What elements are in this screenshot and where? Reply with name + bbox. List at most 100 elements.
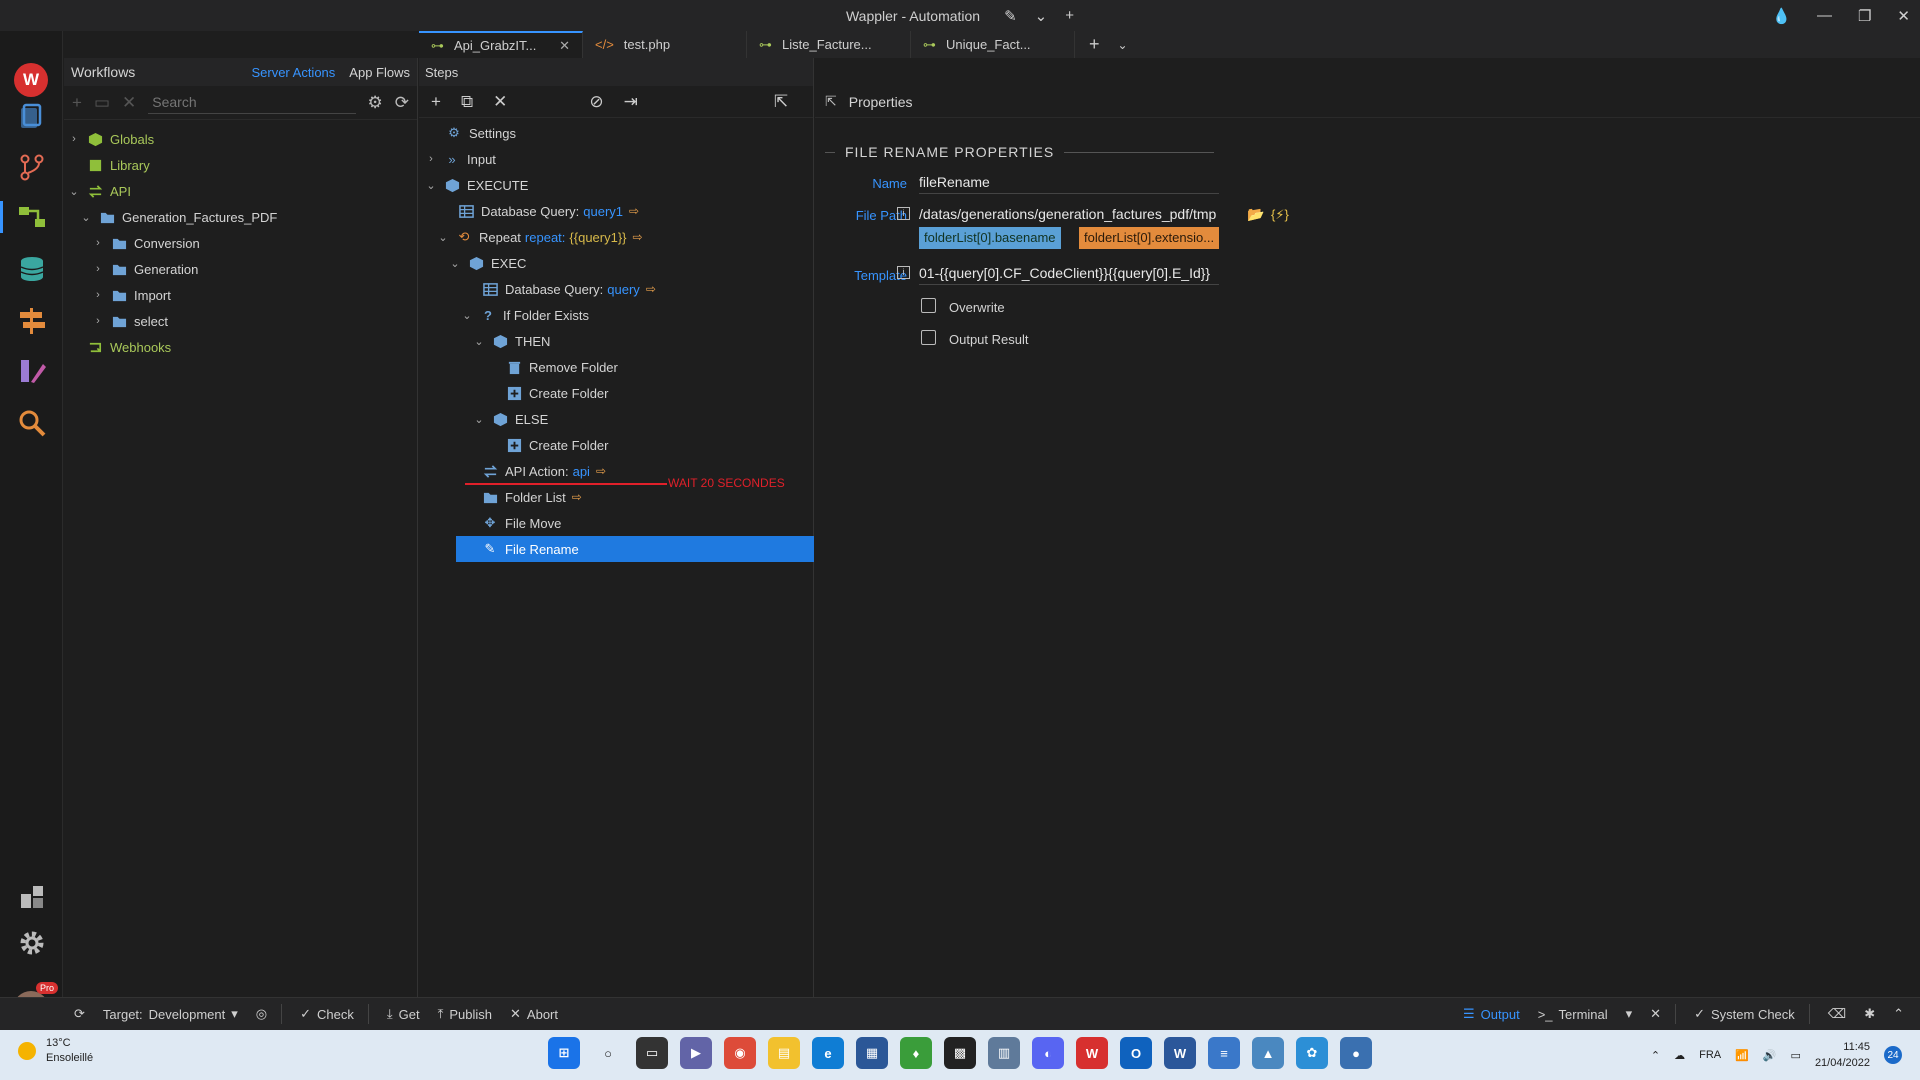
tree-item-conversion[interactable]: › Conversion [64,230,417,256]
overwrite-checkbox[interactable] [921,298,936,313]
delete-icon[interactable]: ✕ [493,92,507,112]
refresh-icon[interactable]: ⟳ [74,1006,85,1022]
info-icon[interactable]: i [897,266,910,279]
folder-icon[interactable]: ▭ [94,93,110,113]
file-explorer-icon[interactable]: ▤ [768,1037,800,1069]
paint-icon[interactable]: ✿ [1296,1037,1328,1069]
chevron-up-icon[interactable]: ⌃ [1651,1049,1660,1062]
system-check-button[interactable]: ✓ System Check [1694,1006,1795,1022]
chevron-down-icon[interactable]: ⌄ [473,413,485,426]
folder-picker-icon[interactable]: 📂 [1247,206,1264,223]
store-icon[interactable]: ▦ [856,1037,888,1069]
step-else[interactable]: ⌄ ELSE [419,406,813,432]
close-icon[interactable]: ✕ [1650,1006,1661,1022]
disable-icon[interactable]: ⊘ [589,92,603,112]
restore-button[interactable]: ❐ [1858,7,1871,25]
output-button[interactable]: ☰ Output [1463,1006,1520,1022]
server-actions-link[interactable]: Server Actions [251,65,335,80]
notepad-icon[interactable]: ≡ [1208,1037,1240,1069]
caret-icon[interactable]: ▾ [1626,1006,1633,1022]
export-icon[interactable]: ⇥ [624,92,638,112]
step-exec[interactable]: ⌄ EXEC [419,250,813,276]
clock[interactable]: 11:45 21/04/2022 [1815,1039,1870,1071]
chevron-down-icon[interactable]: ⌄ [1035,7,1048,25]
drop-icon[interactable]: 💧 [1772,7,1791,25]
chevron-down-icon[interactable]: ⌄ [449,257,461,270]
chevron-right-icon[interactable]: › [92,289,104,301]
chevron-right-icon[interactable]: › [92,263,104,275]
tree-item-globals[interactable]: › Globals [64,126,417,152]
chevron-down-icon[interactable]: ⌄ [68,185,80,198]
extensions-icon[interactable] [12,877,52,917]
styles-icon[interactable] [12,351,52,391]
close-button[interactable]: ✕ [1897,7,1910,25]
chip-extension[interactable]: folderList[0].extensio... [1079,227,1220,249]
step-execute[interactable]: ⌄ EXECUTE [419,172,813,198]
tab-unique-fact[interactable]: ⊶ Unique_Fact... [911,31,1075,58]
volume-icon[interactable]: 🔊 [1763,1049,1777,1062]
search-input[interactable] [148,91,356,114]
battery-icon[interactable]: ▭ [1791,1049,1801,1062]
get-button[interactable]: ⤓ Get [387,1006,420,1022]
chevron-down-icon[interactable]: ⌄ [437,231,449,244]
tree-item-library[interactable]: Library [64,152,417,178]
publish-button[interactable]: ⤒ Publish [438,1006,492,1022]
chevron-right-icon[interactable]: › [92,237,104,249]
minimize-button[interactable]: — [1817,7,1832,24]
cloud-icon[interactable]: ☁ [1674,1049,1685,1062]
delete-icon[interactable]: ✕ [122,93,136,113]
terminal-button[interactable]: >_ Terminal [1538,1007,1608,1022]
abort-button[interactable]: ✕ Abort [510,1006,558,1022]
info-icon[interactable]: i [897,207,910,220]
routing-icon[interactable] [12,301,52,341]
database-icon[interactable] [12,249,52,289]
add-icon[interactable]: + [1065,7,1074,25]
step-create-folder-else[interactable]: Create Folder [419,432,813,458]
step-file-move[interactable]: ✥ File Move [419,510,813,536]
app-icon[interactable]: ● [1340,1037,1372,1069]
app-icon[interactable]: ▩ [944,1037,976,1069]
edge-icon[interactable]: e [812,1037,844,1069]
check-button[interactable]: ✓ Check [300,1006,354,1022]
dynamic-data-icon[interactable]: {⚡} [1271,207,1289,223]
step-file-rename[interactable]: ✎ File Rename [456,536,814,562]
tree-item-webhooks[interactable]: Webhooks [64,334,417,360]
tab-liste-facture[interactable]: ⊶ Liste_Facture... [747,31,911,58]
weather-widget[interactable]: 13°C Ensoleillé [18,1036,93,1066]
step-create-folder[interactable]: Create Folder [419,380,813,406]
chevron-down-icon[interactable]: ⌄ [1118,38,1128,52]
share-icon[interactable]: ⇱ [774,92,788,112]
chevron-down-icon[interactable]: ⌄ [473,335,485,348]
teams-icon[interactable]: ▶ [680,1037,712,1069]
refresh-icon[interactable]: ⟳ [395,93,409,113]
step-repeat[interactable]: ⌄ ⟲ Repeat repeat: {{query1}} ⇨ [419,224,813,250]
eraser-icon[interactable]: ⌫ [1828,1006,1846,1022]
notification-badge[interactable]: 24 [1884,1046,1902,1064]
task-view-icon[interactable]: ▭ [636,1037,668,1069]
chevron-up-icon[interactable]: ⌃ [1893,1006,1904,1022]
chevron-down-icon[interactable]: ⌄ [425,179,437,192]
wappler-taskbar-icon[interactable]: W [1076,1037,1108,1069]
share-icon[interactable]: ⇱ [825,93,837,110]
sourcetree-icon[interactable]: ♦ [900,1037,932,1069]
outlook-icon[interactable]: O [1120,1037,1152,1069]
name-field[interactable]: fileRename [919,174,1219,194]
tree-item-generation-factures-pdf[interactable]: ⌄ Generation_Factures_PDF [64,204,417,230]
gear-icon[interactable]: ⚙ [368,93,383,113]
app-icon[interactable]: ▥ [988,1037,1020,1069]
step-then[interactable]: ⌄ THEN [419,328,813,354]
wappler-logo[interactable]: W [14,63,48,97]
add-tab-icon[interactable]: + [1089,34,1100,55]
template-field[interactable]: 01-{{query[0].CF_CodeClient}}{{query[0].… [919,265,1219,285]
step-input[interactable]: › » Input [419,146,813,172]
search-icon[interactable] [12,403,52,443]
add-step-icon[interactable]: + [431,92,441,112]
step-settings[interactable]: ⚙ Settings [419,120,813,146]
edit-icon[interactable]: ✎ [1004,7,1017,25]
check-circle-icon[interactable]: ◎ [256,1006,267,1022]
bug-icon[interactable]: ✱ [1864,1006,1875,1022]
tree-item-select[interactable]: › select [64,308,417,334]
tab-api-grabzit[interactable]: ⊶ Api_GrabzIT... ✕ [419,31,583,58]
search-icon[interactable]: ○ [592,1037,624,1069]
language-indicator[interactable]: FRA [1699,1049,1721,1061]
